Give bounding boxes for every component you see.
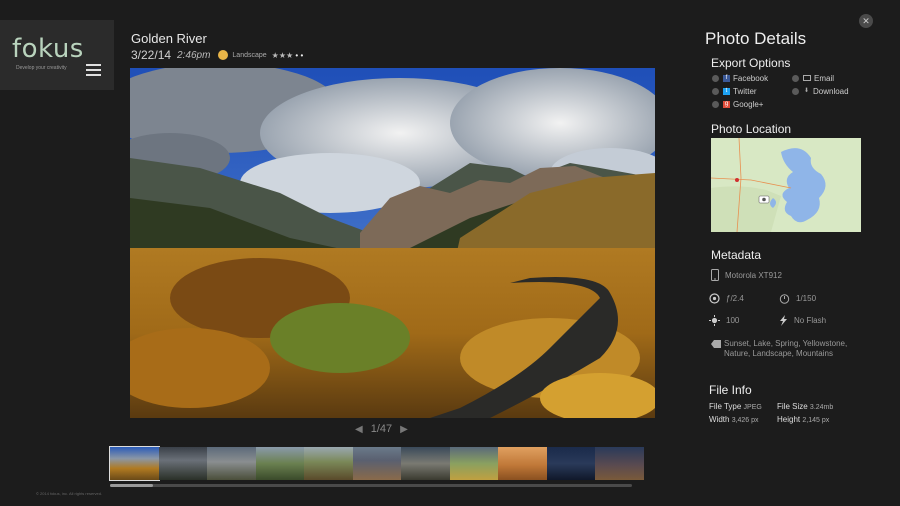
file-width-value: 3,426 px [731,417,759,424]
photo-meta: 3/22/14 2:46pm Landscape ★★★ • • [131,47,303,63]
flash-value: No Flash [794,315,827,325]
metadata-device: Motorola XT912 [711,269,782,281]
metadata-flash: No Flash [779,314,826,326]
next-arrow-icon[interactable]: ▶ [400,424,408,435]
logo-box: fokus Develop your creativity [0,20,114,90]
photo-title: Golden River [131,31,207,46]
file-size: File Size 3.24mb [777,402,833,411]
location-map[interactable] [711,138,861,232]
aperture-value: ƒ/2.4 [726,293,744,303]
close-button[interactable]: ✕ [859,14,873,28]
radio-icon [792,74,799,82]
file-height: Height 2,145 px [777,415,829,424]
export-option-label: Download [813,86,849,96]
radio-icon [712,100,719,108]
facebook-icon: f [723,74,730,82]
file-height-value: 2,145 px [802,417,830,424]
file-width: Width 3,426 px [709,415,759,424]
googleplus-icon: g [723,100,730,108]
file-size-label: File Size [777,402,808,411]
panel-title: Photo Details [705,29,807,48]
pager: ◀ 1/47 ▶ [355,422,408,436]
category-label: Landscape [232,51,267,59]
stopwatch-icon [779,293,790,304]
device-value: Motorola XT912 [725,270,782,280]
thumbnail[interactable] [158,447,207,480]
metadata-tags: Sunset, Lake, Spring, Yellowstone, Natur… [724,339,848,358]
download-icon: ⬇ [803,87,810,94]
file-width-label: Width [709,415,730,424]
thumbnail[interactable] [207,447,256,480]
flash-icon [780,314,787,326]
menu-icon[interactable] [86,64,101,76]
thumbnail[interactable] [498,447,547,480]
export-email[interactable]: Email [792,73,834,83]
export-options-title: Export Options [711,56,791,70]
shutter-value: 1/150 [796,293,817,303]
aperture-icon [709,292,720,304]
scrollbar-thumb[interactable] [110,484,153,487]
thumbnail[interactable] [401,447,450,480]
file-size-value: 3.24mb [809,404,834,411]
brand-tagline: Develop your creativity [16,65,67,71]
main-photo[interactable] [130,68,655,418]
export-download[interactable]: ⬇ Download [792,86,849,96]
thumbnail[interactable] [595,447,644,480]
rating-stars[interactable]: ★★★ • • [272,51,304,60]
rating-star-icon[interactable]: ★ [279,51,286,60]
thumbnail[interactable] [352,447,401,480]
landscape-image [130,68,655,418]
category-dot-icon [218,50,229,60]
file-type-label: File Type [709,402,742,411]
file-type: File Type JPEG [709,402,762,411]
radio-icon [792,87,799,95]
thumbnail[interactable] [109,446,160,481]
page-indicator: 1/47 [370,423,393,435]
phone-icon [711,269,719,281]
metadata-shutter: 1/150 [779,292,816,304]
email-icon [803,75,811,81]
export-option-label: Google+ [733,99,764,109]
prev-arrow-icon[interactable]: ◀ [355,424,363,435]
thumbnail-scrollbar[interactable] [110,484,632,487]
metadata-iso: 100 [709,314,739,326]
radio-icon [712,74,719,82]
rating-star-icon[interactable]: ★ [272,51,279,60]
metadata-aperture: ƒ/2.4 [709,292,744,304]
metadata-title: Metadata [711,248,762,262]
photo-date: 3/22/14 [131,48,172,62]
export-option-label: Facebook [733,73,769,83]
export-twitter[interactable]: t Twitter [712,86,757,96]
file-type-value: JPEG [743,404,762,411]
photo-time: 2:46pm [177,49,211,61]
map-image [711,138,861,232]
export-googleplus[interactable]: g Google+ [712,99,763,109]
rating-star-icon[interactable]: • [298,51,303,60]
export-facebook[interactable]: f Facebook [712,73,768,83]
thumbnail[interactable] [304,447,353,480]
photo-location-title: Photo Location [711,122,792,136]
twitter-icon: t [723,87,730,95]
thumbnail[interactable] [449,447,498,480]
export-option-label: Email [814,73,835,83]
thumbnail[interactable] [255,447,304,480]
file-height-label: Height [777,415,801,424]
export-option-label: Twitter [733,86,757,96]
thumbnail[interactable] [546,447,595,480]
brand-logo[interactable]: fokus [12,34,84,64]
copyright: © 2014 fokus, inc. All rights reserved. [36,491,103,496]
sun-icon [709,314,720,326]
iso-value: 100 [726,315,740,325]
tag-icon [711,340,721,348]
radio-icon [712,87,719,95]
thumbnail-strip [109,446,644,481]
file-info-title: File Info [709,383,752,397]
